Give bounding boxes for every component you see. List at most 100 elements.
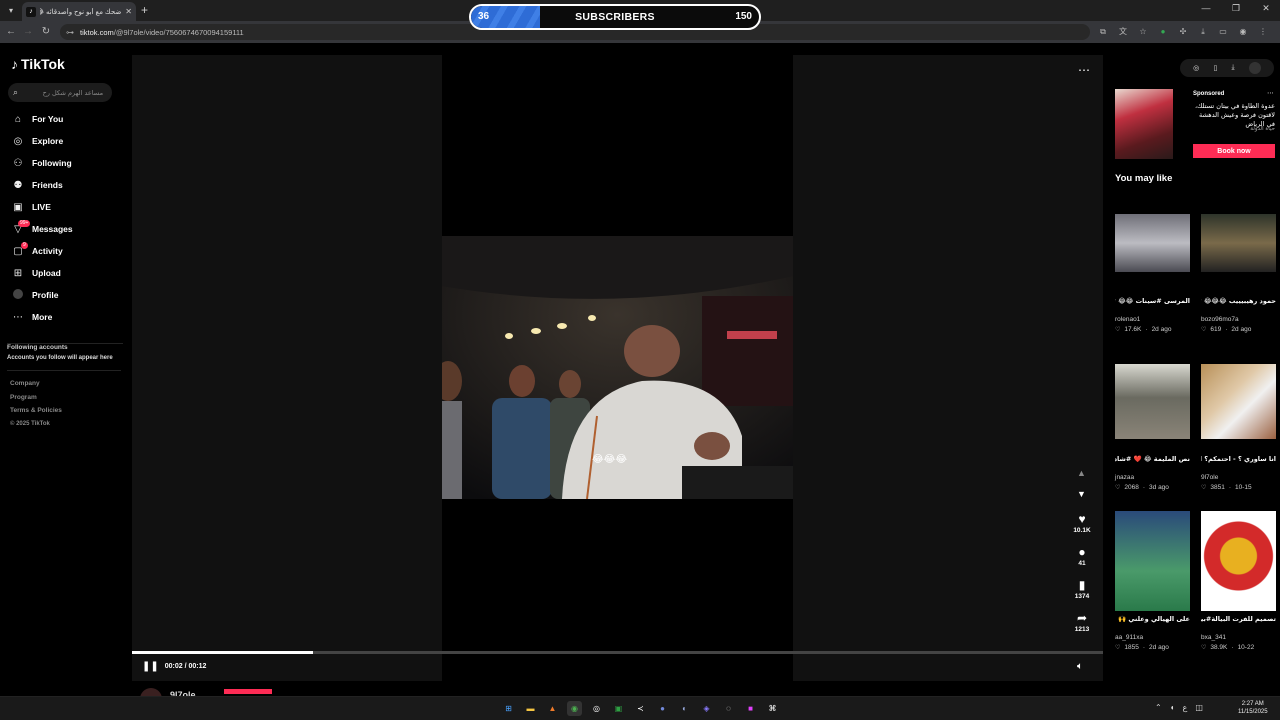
nav-explore[interactable]: ◎ Explore <box>0 130 130 152</box>
sponsored-ad[interactable]: Sponsored ⋯ عدوة الطاوة في بيتان تستلك، … <box>1115 89 1275 161</box>
terminal-icon[interactable]: ▣ <box>611 701 626 716</box>
nav-upload[interactable]: ⊞ Upload <box>0 262 130 284</box>
subscriber-label: SUBSCRIBERS <box>575 11 655 23</box>
video-progress-bar[interactable] <box>132 651 1103 654</box>
video-card[interactable]: تصميم للفرت البيالة#بيالة #تصميم #fyp #e… <box>1201 511 1276 651</box>
heart-icon: ♥ <box>1078 512 1086 526</box>
video-likes: 17.6K <box>1124 326 1142 333</box>
nav-messages[interactable]: ▽ 99+ Messages <box>0 218 130 240</box>
search-input[interactable] <box>23 88 104 97</box>
more-options-icon[interactable]: ⋯ <box>1078 63 1090 77</box>
previous-video-icon[interactable]: ▲ <box>1077 468 1086 478</box>
video-user[interactable]: jnazaa <box>1115 474 1190 481</box>
follow-button[interactable] <box>223 688 272 694</box>
footer-company[interactable]: Company <box>10 380 62 394</box>
puzzle-icon[interactable]: ✣ <box>1177 26 1189 38</box>
video-card[interactable]: انا ساوري ؟ - احتمكم؟ الزار ماتت بمصالي … <box>1201 364 1276 491</box>
vlc-icon[interactable]: ▲ <box>545 701 560 716</box>
restore-icon[interactable]: ❐ <box>1230 3 1242 14</box>
video-user[interactable]: rolenao1 <box>1115 316 1190 323</box>
kebab-menu-icon[interactable]: ⋮ <box>1257 26 1269 38</box>
user-avatar[interactable] <box>1248 62 1261 74</box>
video-thumbnail[interactable] <box>1115 214 1190 272</box>
footer-program[interactable]: Program <box>10 394 62 408</box>
next-video-icon[interactable]: ▼ <box>1077 489 1086 499</box>
chevron-up-icon[interactable]: ⌃ <box>1155 703 1162 712</box>
steam-icon[interactable]: ◐ <box>677 701 692 716</box>
video-card[interactable]: نص المليمة 😂 ❤️ #شادر_ريجيك jnazaa ♡2068… <box>1115 364 1190 491</box>
bookmark-star-icon[interactable]: ☆ <box>1137 26 1149 38</box>
share-button[interactable]: ➦ 1213 <box>1068 611 1096 644</box>
capcut-icon[interactable]: ≺ <box>633 701 648 716</box>
nav-profile[interactable]: Profile <box>0 284 130 306</box>
forward-icon[interactable]: → <box>21 25 35 39</box>
language-icon[interactable]: ع <box>1183 703 1188 712</box>
new-tab-icon[interactable]: + <box>141 3 148 17</box>
app-icon[interactable]: ◌ <box>721 701 736 716</box>
nav-live[interactable]: ▣ LIVE <box>0 196 130 218</box>
video-card[interactable]: على الهيالي وعلني 🙌 🖐 🖐 😂 ❤️ 👍 aa_911xa … <box>1115 511 1190 651</box>
microphone-icon[interactable]: ◖ <box>1170 703 1175 712</box>
tiktok-logo[interactable]: ♪ TikTok <box>11 56 65 72</box>
video-card[interactable]: حمود رهيبيييب 😂😂😂 #عبدالصمد_القرشي bozo9… <box>1201 214 1276 333</box>
bookmark-icon: ▮ <box>1078 578 1086 592</box>
profile-avatar-icon[interactable]: ◉ <box>1237 26 1249 38</box>
video-thumbnail[interactable] <box>1201 511 1276 611</box>
video-thumbnail[interactable] <box>1201 214 1276 272</box>
book-now-button[interactable]: Book now <box>1193 144 1275 158</box>
discord-icon[interactable]: ● <box>655 701 670 716</box>
close-icon[interactable]: ✕ <box>1260 3 1272 14</box>
video-thumbnail[interactable] <box>1115 364 1190 439</box>
reload-icon[interactable]: ↻ <box>39 25 53 39</box>
browser-tab[interactable]: ♪ ضحك مع أبو نوح وأصدقائه 😂 ✕ <box>22 2 136 21</box>
ad-more-icon[interactable]: ⋯ <box>1267 89 1274 97</box>
nav-more[interactable]: ⋯ More <box>0 306 130 328</box>
install-app-icon[interactable]: ⧉ <box>1097 26 1109 38</box>
nav-activity[interactable]: ▢ 9 Activity <box>0 240 130 262</box>
nav-for-you[interactable]: ⌂ For You <box>0 108 130 130</box>
pause-icon[interactable]: ❚❚ <box>142 661 159 672</box>
save-button[interactable]: ▮ 1374 <box>1068 578 1096 611</box>
video-thumbnail[interactable] <box>1115 511 1190 611</box>
translate-icon[interactable]: 文 <box>1117 26 1129 38</box>
ad-thumbnail[interactable] <box>1115 89 1173 159</box>
back-icon[interactable]: ← <box>4 25 18 39</box>
activity-badge: 9 <box>21 242 28 249</box>
file-explorer-icon[interactable]: ▬ <box>523 701 538 716</box>
wifi-icon[interactable]: ◫ <box>1195 703 1203 712</box>
downloads-icon[interactable]: ⤓ <box>1197 26 1209 38</box>
compass-icon[interactable]: ◎ <box>1193 64 1199 72</box>
search-box[interactable]: ⌕ <box>8 83 112 102</box>
minimize-icon[interactable]: — <box>1200 3 1212 14</box>
system-clock[interactable]: 2:27 AM 11/15/2025 <box>1238 700 1268 716</box>
volume-icon[interactable]: 🔈︎ <box>1077 661 1083 672</box>
like-button[interactable]: ♥ 10.1K <box>1068 512 1096 545</box>
video-thumbnail[interactable] <box>1201 364 1276 439</box>
site-info-icon[interactable]: ⊶ <box>66 28 74 37</box>
close-tab-icon[interactable]: ✕ <box>125 7 132 16</box>
phone-icon[interactable]: ▯ <box>1213 64 1217 72</box>
game-controller-icon[interactable]: ⌘ <box>765 701 780 716</box>
tab-search-icon[interactable]: ▾ <box>4 4 18 17</box>
app-icon[interactable]: ■ <box>743 701 758 716</box>
nav-friends[interactable]: ⚉ Friends <box>0 174 130 196</box>
video-meta: ♡ 1855 · 2d ago <box>1115 644 1169 651</box>
video-user[interactable]: bozo96mo7a <box>1201 316 1276 323</box>
video-frame[interactable]: 😂😂😂 <box>442 236 793 499</box>
chrome-icon[interactable]: ◉ <box>567 701 582 716</box>
nav-following[interactable]: ⚇ Following <box>0 152 130 174</box>
footer-terms[interactable]: Terms & Policies <box>10 407 62 421</box>
video-card[interactable]: المرسى #سينات 😂😂 #explore #fyp rolenao1 … <box>1115 214 1190 333</box>
app-icon[interactable]: ◈ <box>699 701 714 716</box>
obs-icon[interactable]: ◎ <box>589 701 604 716</box>
video-player[interactable]: 😂😂😂 ⋯ ▲ ▼ ♥ 10.1K ● 41 ▮ 1374 ➦ 1213 ❚❚ … <box>132 55 1103 702</box>
video-user[interactable]: 9l7ole <box>1201 474 1276 481</box>
video-user[interactable]: bxa_341 <box>1201 634 1276 641</box>
tab-groups-icon[interactable]: ▭ <box>1217 26 1229 38</box>
extension-dot-icon[interactable]: ● <box>1157 26 1169 38</box>
download-icon[interactable]: ⤓ <box>1232 64 1235 72</box>
windows-start-icon[interactable]: ⊞ <box>501 701 516 716</box>
comment-button[interactable]: ● 41 <box>1068 545 1096 578</box>
video-user[interactable]: aa_911xa <box>1115 634 1190 641</box>
video-actions: ♥ 10.1K ● 41 ▮ 1374 ➦ 1213 <box>1068 512 1096 644</box>
